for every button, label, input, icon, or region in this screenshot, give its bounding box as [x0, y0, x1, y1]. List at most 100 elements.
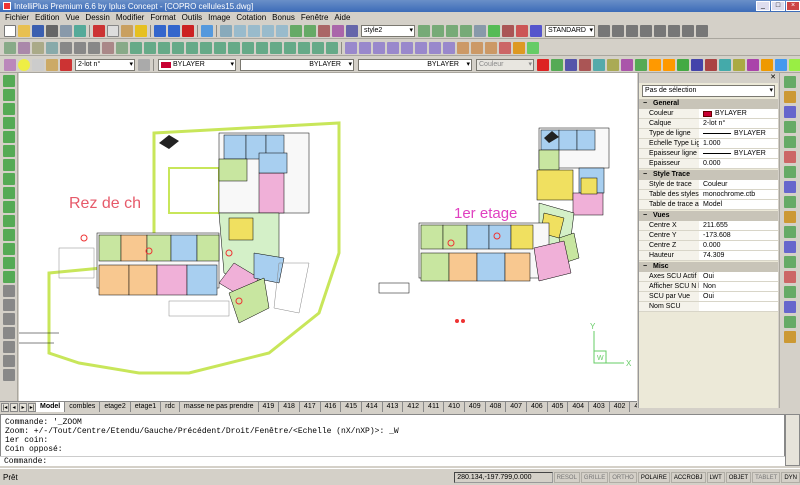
extend-icon[interactable] [270, 41, 282, 54]
ucs-3point-icon[interactable] [747, 58, 759, 71]
prop-row[interactable]: Table des styles d...monochrome.ctb [639, 190, 778, 200]
tab-model[interactable]: Model [36, 402, 66, 412]
layer-select[interactable]: 2-lot n° [75, 58, 135, 71]
cut-icon[interactable] [93, 24, 105, 37]
print-icon[interactable] [46, 24, 58, 37]
tab-411[interactable]: 411 [424, 402, 445, 412]
tab-last-icon[interactable]: ▸| [28, 402, 36, 412]
dim-tool-icon[interactable] [784, 196, 796, 208]
layer-previous-icon[interactable] [18, 41, 30, 54]
snap-quadrant-icon[interactable] [401, 41, 413, 54]
lineweight-select[interactable]: BYLAYER [358, 58, 472, 71]
dim-tool-icon[interactable] [784, 76, 796, 88]
match-properties-icon[interactable] [135, 24, 147, 37]
modify-tool-icon[interactable] [3, 285, 15, 297]
tab-masse[interactable]: masse ne pas prendre [180, 402, 259, 412]
section-style-trace-header[interactable]: Style Trace [639, 170, 778, 180]
snap-center-icon[interactable] [387, 41, 399, 54]
redo-icon[interactable] [168, 24, 180, 37]
ucs-z-icon[interactable] [789, 58, 800, 71]
menu-bonus[interactable]: Bonus [269, 13, 298, 22]
draw-tool-icon[interactable] [3, 117, 15, 129]
rotate-icon[interactable] [214, 41, 226, 54]
prop-row[interactable]: Centre Y -173.608 [639, 231, 778, 241]
tab-402[interactable]: 402 [610, 402, 631, 412]
offset-icon[interactable] [172, 41, 184, 54]
draw-tool-icon[interactable] [3, 75, 15, 87]
view-right-icon[interactable] [593, 58, 605, 71]
dim-tool-icon[interactable] [784, 181, 796, 193]
command-scrollbar[interactable] [785, 414, 800, 466]
tab-combles[interactable]: combles [65, 402, 101, 412]
chamfer-icon[interactable] [298, 41, 310, 54]
area-icon[interactable] [471, 41, 483, 54]
snap-tangent-icon[interactable] [415, 41, 427, 54]
mirror-icon[interactable] [158, 41, 170, 54]
line-icon[interactable] [598, 24, 610, 37]
draw-tool-icon[interactable] [3, 159, 15, 171]
prop-row[interactable]: SCU par Vue Oui [639, 292, 778, 302]
named-views-icon[interactable] [304, 24, 316, 37]
layer-previous-tool-icon[interactable] [138, 58, 150, 71]
dim-tool-icon[interactable] [784, 301, 796, 313]
drawing-canvas[interactable]: Rez de ch 1er etage Y X W [19, 73, 637, 401]
help-icon[interactable] [201, 24, 213, 37]
tab-rdc[interactable]: rdc [161, 402, 180, 412]
dim-tool-icon[interactable] [784, 151, 796, 163]
mode-accrobj-button[interactable]: ACCROBJ [670, 471, 706, 483]
hatch-icon[interactable] [502, 24, 514, 37]
menu-fenetre[interactable]: Fenêtre [298, 13, 332, 22]
view-3d-icon[interactable] [537, 58, 549, 71]
section-general-header[interactable]: General [639, 99, 778, 109]
point-icon[interactable] [60, 41, 72, 54]
dim-tool-icon[interactable] [784, 136, 796, 148]
ucs-face-icon[interactable] [705, 58, 717, 71]
properties-icon[interactable] [499, 41, 511, 54]
prop-row[interactable]: Centre X 211.655 [639, 221, 778, 231]
tab-413[interactable]: 413 [383, 402, 404, 412]
save-icon[interactable] [32, 24, 44, 37]
tab-etage1[interactable]: etage1 [131, 402, 162, 412]
prop-row[interactable]: Table de trace att...Model [639, 200, 778, 210]
menu-modifier[interactable]: Modifier [113, 13, 147, 22]
mode-lwt-button[interactable]: LWT [706, 471, 725, 483]
dim-tool-icon[interactable] [784, 256, 796, 268]
view-left-icon[interactable] [579, 58, 591, 71]
tool-palette-icon[interactable] [527, 41, 539, 54]
polyline-icon[interactable] [640, 24, 652, 37]
print-preview-icon[interactable] [60, 24, 72, 37]
rectangle-icon[interactable] [432, 24, 444, 37]
erase-icon[interactable] [130, 41, 142, 54]
pan-icon[interactable] [220, 24, 232, 37]
ucs-y-icon[interactable] [775, 58, 787, 71]
view-front-icon[interactable] [565, 58, 577, 71]
dim-tool-icon[interactable] [784, 316, 796, 328]
ellipse-icon[interactable] [668, 24, 680, 37]
snap-intersection-icon[interactable] [373, 41, 385, 54]
layer-properties-icon[interactable] [4, 58, 16, 71]
tab-401[interactable]: 401 [630, 402, 637, 412]
draw-tool-icon[interactable] [3, 103, 15, 115]
prop-row[interactable]: Echelle Type Ligne1.000 [639, 139, 778, 149]
tab-419[interactable]: 419 [259, 402, 280, 412]
copy-object-icon[interactable] [144, 41, 156, 54]
mode-polaire-button[interactable]: POLAIRE [637, 471, 670, 483]
section-vues-header[interactable]: Vues [639, 211, 778, 221]
tab-next-icon[interactable]: ▸ [19, 402, 27, 412]
tab-406[interactable]: 406 [527, 402, 548, 412]
prop-row[interactable]: Axes SCU Actif Oui [639, 272, 778, 282]
arc-icon[interactable] [626, 24, 638, 37]
layer-color-icon[interactable] [60, 58, 72, 71]
list-icon[interactable] [485, 41, 497, 54]
snap-perpendicular-icon[interactable] [429, 41, 441, 54]
dimension-icon[interactable] [530, 24, 542, 37]
dim-style-select[interactable]: STANDARD [545, 24, 595, 37]
spline-icon[interactable] [654, 24, 666, 37]
trim-icon[interactable] [256, 41, 268, 54]
draw-tool-icon[interactable] [3, 187, 15, 199]
distance-icon[interactable] [457, 41, 469, 54]
draw-tool-icon[interactable] [3, 145, 15, 157]
view-iso-icon[interactable] [607, 58, 619, 71]
ucs-view-icon[interactable] [719, 58, 731, 71]
measure-icon[interactable] [516, 24, 528, 37]
